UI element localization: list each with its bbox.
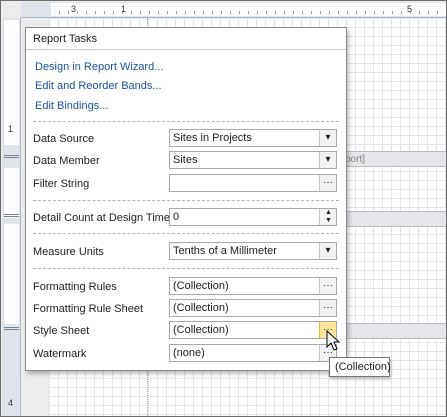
measure-units-value: Tenths of a Millimeter bbox=[173, 245, 277, 257]
formatting-rule-sheet-value: (Collection) bbox=[173, 302, 229, 314]
formatting-rule-sheet-label: Formatting Rule Sheet bbox=[33, 303, 144, 315]
horizontal-ruler: 3 1 5 bbox=[21, 2, 446, 18]
band-marker bbox=[4, 327, 19, 330]
ruler-number: 1 bbox=[8, 124, 14, 134]
ellipsis-button[interactable]: ··· bbox=[319, 175, 336, 191]
spin-buttons: ▲ ▼ bbox=[319, 209, 336, 225]
watermark-value: (none) bbox=[173, 347, 205, 359]
formatting-rules-label: Formatting Rules bbox=[33, 281, 117, 293]
formatting-rule-sheet-field[interactable]: (Collection) ··· bbox=[169, 299, 337, 317]
divider bbox=[33, 200, 339, 201]
edit-bindings-link[interactable]: Edit Bindings... bbox=[35, 100, 108, 112]
dropdown-arrow-icon[interactable]: ▾ bbox=[319, 152, 336, 168]
report-tasks-panel: Report Tasks Design in Report Wizard... … bbox=[25, 27, 347, 371]
data-source-combobox[interactable]: Sites in Projects ▾ bbox=[169, 129, 337, 147]
design-in-report-wizard-link[interactable]: Design in Report Wizard... bbox=[35, 61, 163, 73]
title-separator bbox=[26, 49, 346, 50]
data-member-value: Sites bbox=[173, 154, 198, 166]
style-sheet-field[interactable]: (Collection) ··· bbox=[169, 321, 337, 339]
band-marker bbox=[4, 155, 19, 158]
ellipsis-button[interactable]: ··· bbox=[319, 300, 336, 316]
dropdown-arrow-icon[interactable]: ▾ bbox=[319, 243, 336, 259]
formatting-rules-value: (Collection) bbox=[173, 280, 229, 292]
filter-string-label: Filter String bbox=[33, 178, 90, 190]
tooltip: (Collection) bbox=[329, 357, 391, 377]
panel-title: Report Tasks bbox=[33, 33, 97, 45]
ruler-number: 3 bbox=[71, 4, 77, 14]
divider bbox=[33, 268, 339, 269]
edit-and-reorder-bands-link[interactable]: Edit and Reorder Bands... bbox=[35, 80, 162, 92]
divider bbox=[33, 233, 339, 234]
detail-count-value: 0 bbox=[173, 211, 180, 223]
band-marker bbox=[4, 214, 19, 217]
divider bbox=[33, 121, 339, 122]
data-source-label: Data Source bbox=[33, 133, 95, 145]
band-caption: port] bbox=[345, 154, 366, 165]
formatting-rules-field[interactable]: (Collection) ··· bbox=[169, 277, 337, 295]
style-sheet-value: (Collection) bbox=[173, 324, 229, 336]
spin-down-icon[interactable]: ▼ bbox=[320, 217, 337, 225]
spin-up-icon[interactable]: ▲ bbox=[320, 209, 337, 217]
ruler-number: 1 bbox=[121, 4, 127, 14]
dropdown-arrow-icon[interactable]: ▾ bbox=[319, 130, 336, 146]
detail-count-label: Detail Count at Design Time bbox=[33, 212, 170, 224]
watermark-label: Watermark bbox=[33, 348, 87, 360]
ruler-number: 4 bbox=[8, 398, 14, 408]
data-member-combobox[interactable]: Sites ▾ bbox=[169, 151, 337, 169]
data-source-value: Sites in Projects bbox=[173, 132, 252, 144]
filter-string-field[interactable]: ··· bbox=[169, 174, 337, 192]
watermark-field[interactable]: (none) ··· bbox=[169, 344, 337, 362]
ruler-number: 5 bbox=[407, 4, 413, 14]
vertical-ruler: 1 4 bbox=[2, 18, 21, 416]
style-sheet-label: Style Sheet bbox=[33, 325, 90, 337]
mouse-cursor-icon bbox=[326, 330, 341, 351]
detail-count-spinner[interactable]: 0 ▲ ▼ bbox=[169, 208, 337, 226]
measure-units-label: Measure Units bbox=[33, 246, 104, 258]
data-member-label: Data Member bbox=[33, 155, 100, 167]
measure-units-combobox[interactable]: Tenths of a Millimeter ▾ bbox=[169, 242, 337, 260]
ellipsis-button[interactable]: ··· bbox=[319, 278, 336, 294]
